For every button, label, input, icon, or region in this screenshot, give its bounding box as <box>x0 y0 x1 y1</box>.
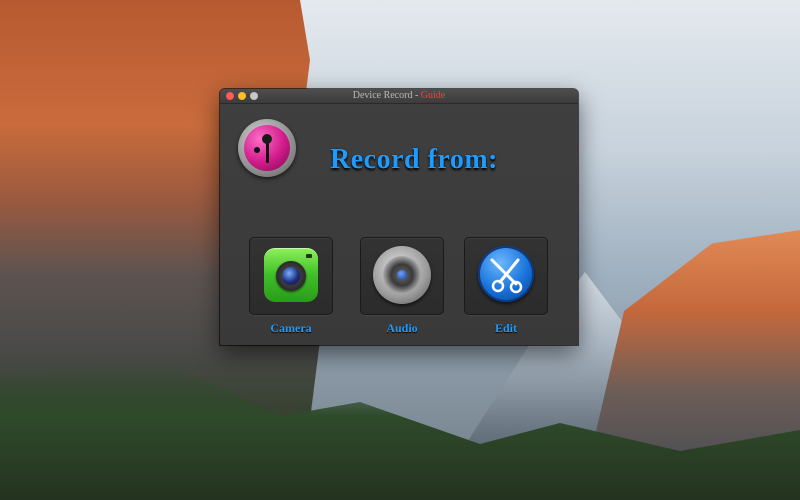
camera-button[interactable] <box>249 237 333 315</box>
window-title-main: Device Record - <box>352 90 421 101</box>
scissors-icon <box>478 246 534 302</box>
edit-button[interactable] <box>464 237 548 315</box>
speaker-icon <box>373 246 431 304</box>
microphone-icon <box>244 125 290 171</box>
record-from-heading: Record from: <box>330 144 498 175</box>
audio-button[interactable] <box>360 237 444 315</box>
window-content: Record from: Camera Audio Edit <box>220 104 578 345</box>
audio-label[interactable]: Audio <box>360 321 444 336</box>
edit-label[interactable]: Edit <box>464 321 548 336</box>
camera-label[interactable]: Camera <box>249 321 333 336</box>
window-titlebar[interactable]: Device Record - Guide <box>220 89 578 104</box>
window-title: Device Record - Guide <box>220 90 578 101</box>
window-title-accent: Guide <box>420 90 446 101</box>
device-record-window: Device Record - Guide Record from: Camer… <box>220 89 578 345</box>
camera-icon <box>264 248 318 302</box>
app-logo-icon <box>238 119 296 177</box>
